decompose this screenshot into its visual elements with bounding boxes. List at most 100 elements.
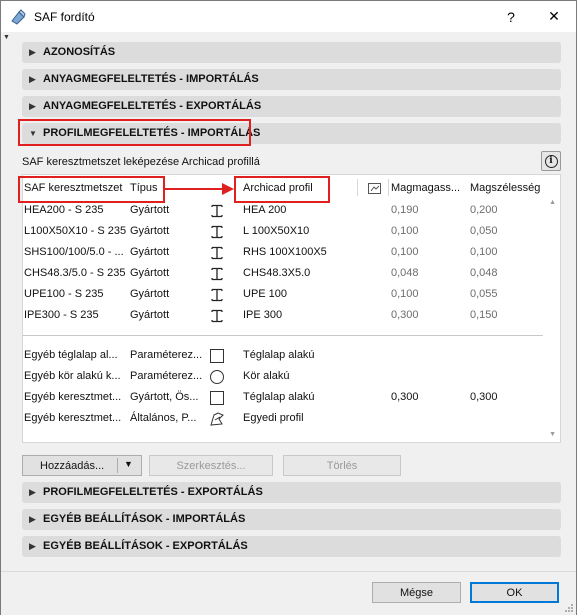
- cell-archicad-profile: Kör alakú: [243, 370, 290, 382]
- highlight-box-saf-header: [18, 176, 165, 203]
- section-label: PROFILMEGFELELTETÉS - EXPORTÁLÁS: [43, 486, 263, 498]
- expand-arrow-icon: ▶: [29, 74, 36, 84]
- column-separator: [357, 179, 358, 196]
- section-label: EGYÉB BEÁLLÍTÁSOK - IMPORTÁLÁS: [43, 513, 246, 525]
- scroll-down-icon[interactable]: ▼: [549, 431, 556, 438]
- i-beam-icon: [211, 288, 223, 302]
- highlight-box-section: [18, 119, 251, 146]
- cell-core-width: 0,100: [470, 246, 498, 258]
- cell-saf-section: L100X50X10 - S 235: [24, 225, 127, 237]
- highlight-box-archicad-header: [234, 176, 330, 203]
- section-azonositas[interactable]: ▶ AZONOSÍTÁS: [22, 42, 561, 63]
- cell-archicad-profile: RHS 100X100X5: [243, 246, 327, 258]
- cell-archicad-profile: IPE 300: [243, 309, 283, 321]
- window-title: SAF fordító: [34, 10, 95, 24]
- rectangle-icon: [210, 349, 224, 363]
- section-material-import[interactable]: ▶ ANYAGMEGFELELTETÉS - IMPORTÁLÁS: [22, 69, 561, 90]
- cell-saf-section: Egyéb keresztmet...: [24, 412, 122, 424]
- resize-grip-icon[interactable]: [564, 603, 574, 613]
- cell-saf-section: CHS48.3/5.0 - S 235: [24, 267, 126, 279]
- cell-archicad-profile: Egyedi profil: [243, 412, 304, 424]
- cell-saf-section: Egyéb téglalap al...: [24, 349, 118, 361]
- cell-core-width: 0,150: [470, 309, 498, 321]
- cell-core-height: 0,100: [391, 246, 419, 258]
- info-button[interactable]: i: [541, 151, 561, 171]
- cell-type: Gyártott, Ös...: [130, 391, 199, 403]
- i-beam-icon: [211, 246, 223, 260]
- scroll-up-icon[interactable]: ▲: [549, 199, 556, 206]
- cell-saf-section: SHS100/100/5.0 - ...: [24, 246, 124, 258]
- add-button-label: Hozzáadás...: [40, 460, 105, 472]
- section-label: AZONOSÍTÁS: [43, 46, 116, 58]
- cell-core-width: 0,300: [470, 391, 498, 403]
- cell-type: Gyártott: [130, 204, 170, 216]
- cell-archicad-profile: Téglalap alakú: [243, 391, 315, 403]
- cell-type: Gyártott: [130, 267, 170, 279]
- custom-profile-icon: [210, 412, 224, 426]
- ok-button[interactable]: OK: [470, 582, 559, 603]
- header-core-height[interactable]: Magmagass...: [391, 182, 460, 194]
- mapping-arrow-icon: [165, 183, 234, 195]
- circle-icon: [210, 370, 224, 384]
- split-separator: [117, 458, 118, 473]
- cell-saf-section: UPE100 - S 235: [24, 288, 104, 300]
- profile-preview-icon[interactable]: [367, 181, 383, 197]
- section-label: ANYAGMEGFELELTETÉS - IMPORTÁLÁS: [43, 73, 259, 85]
- section-other-export[interactable]: ▶ EGYÉB BEÁLLÍTÁSOK - EXPORTÁLÁS: [22, 536, 561, 557]
- edit-button[interactable]: Szerkesztés...: [149, 455, 273, 476]
- i-beam-icon: [211, 204, 223, 218]
- add-button[interactable]: Hozzáadás... ▼: [22, 455, 142, 476]
- archicad-app-icon: [11, 9, 26, 25]
- cell-core-height: 0,100: [391, 225, 419, 237]
- cell-core-width: 0,050: [470, 225, 498, 237]
- section-profile-export[interactable]: ▶ PROFILMEGFELELTETÉS - EXPORTÁLÁS: [22, 482, 561, 503]
- cell-saf-section: Egyéb kör alakú k...: [24, 370, 121, 382]
- cell-archicad-profile: HEA 200: [243, 204, 287, 216]
- table-description: SAF keresztmetszet leképezése Archicad p…: [22, 156, 260, 168]
- cell-type: Gyártott: [130, 225, 170, 237]
- expand-arrow-icon: ▶: [29, 487, 36, 497]
- cell-core-width: 0,048: [470, 267, 498, 279]
- cell-type: Gyártott: [130, 246, 170, 258]
- delete-button[interactable]: Törlés: [283, 455, 401, 476]
- cell-type: Általános, P...: [130, 412, 197, 424]
- saf-translator-dialog: SAF fordító ? ✕ ▼ ▶ AZONOSÍTÁS ▶ ANYAGME…: [0, 0, 577, 615]
- cell-core-height: 0,100: [391, 288, 419, 300]
- cell-saf-section: Egyéb keresztmet...: [24, 391, 122, 403]
- cell-core-height: 0,190: [391, 204, 419, 216]
- section-material-export[interactable]: ▶ ANYAGMEGFELELTETÉS - EXPORTÁLÁS: [22, 96, 561, 117]
- i-beam-icon: [211, 267, 223, 281]
- section-label: EGYÉB BEÁLLÍTÁSOK - EXPORTÁLÁS: [43, 540, 248, 552]
- cell-type: Paraméterez...: [130, 370, 203, 382]
- section-label: ANYAGMEGFELELTETÉS - EXPORTÁLÁS: [43, 100, 262, 112]
- section-other-import[interactable]: ▶ EGYÉB BEÁLLÍTÁSOK - IMPORTÁLÁS: [22, 509, 561, 530]
- cell-archicad-profile: UPE 100: [243, 288, 288, 300]
- info-icon: i: [544, 154, 558, 168]
- collapse-marker-icon: ▼: [3, 34, 10, 41]
- rectangle-icon: [210, 391, 224, 405]
- cancel-button[interactable]: Mégse: [372, 582, 461, 603]
- close-button[interactable]: ✕: [532, 1, 576, 32]
- cell-core-height: 0,300: [391, 309, 419, 321]
- cell-core-width: 0,055: [470, 288, 498, 300]
- cell-core-height: 0,048: [391, 267, 419, 279]
- cell-type: Gyártott: [130, 288, 170, 300]
- table-divider: [23, 335, 543, 336]
- cell-core-width: 0,200: [470, 204, 498, 216]
- expand-arrow-icon: ▶: [29, 47, 36, 57]
- column-separator: [388, 179, 389, 196]
- i-beam-icon: [211, 309, 223, 323]
- cell-archicad-profile: L 100X50X10: [243, 225, 310, 237]
- cell-archicad-profile: CHS48.3X5.0: [243, 267, 311, 279]
- cell-saf-section: IPE300 - S 235: [24, 309, 99, 321]
- expand-arrow-icon: ▶: [29, 541, 36, 551]
- cell-saf-section: HEA200 - S 235: [24, 204, 104, 216]
- dropdown-arrow-icon[interactable]: ▼: [124, 459, 133, 469]
- profile-mapping-table: SAF keresztmetszet Típus Archicad profil…: [22, 174, 561, 443]
- i-beam-icon: [211, 225, 223, 239]
- header-core-width[interactable]: Magszélesség: [470, 182, 540, 194]
- expand-arrow-icon: ▶: [29, 514, 36, 524]
- title-bar: SAF fordító ? ✕: [1, 1, 576, 32]
- help-button[interactable]: ?: [489, 1, 533, 32]
- cell-type: Paraméterez...: [130, 349, 203, 361]
